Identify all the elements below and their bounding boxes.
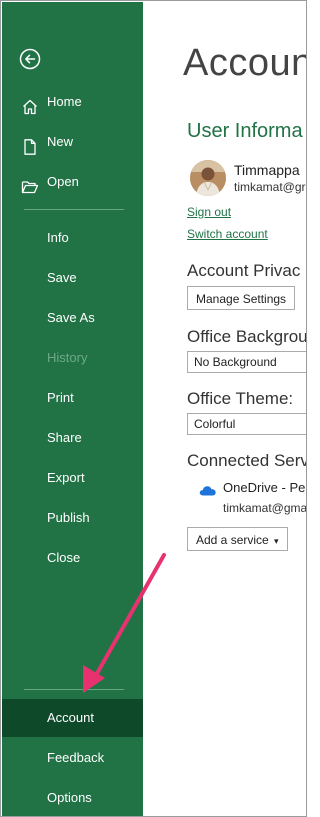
nav-item-home[interactable]: Home [2,83,143,121]
nav-item-account[interactable]: Account [2,699,143,737]
user-photo-icon [190,160,226,196]
nav-label-export: Export [47,470,85,485]
nav-label-publish: Publish [47,510,90,525]
nav-label-options: Options [47,790,92,805]
nav-label-share: Share [47,430,82,445]
switch-account-link[interactable]: Switch account [187,227,268,241]
account-privacy-heading: Account Privac [187,261,301,280]
nav-label-open: Open [47,174,79,189]
nav-item-save-as[interactable]: Save As [2,299,143,337]
add-a-service-label: Add a service [196,533,269,547]
nav-label-feedback: Feedback [47,750,105,765]
avatar [190,160,226,196]
nav-label-history: History [47,350,88,365]
dropdown-caret-icon: ▾ [274,536,279,546]
nav-label-close: Close [47,550,81,565]
office-background-heading: Office Backgrou [187,327,306,346]
sidebar-divider [24,209,124,210]
nav-item-share[interactable]: Share [2,419,143,457]
open-folder-icon [21,173,39,194]
user-email: timkamat@gr [234,180,306,194]
nav-item-print[interactable]: Print [2,379,143,417]
nav-item-feedback[interactable]: Feedback [2,739,143,777]
user-name: Timmappa [234,162,300,178]
nav-label-account: Account [47,710,94,725]
home-icon [21,93,39,115]
nav-item-new[interactable]: New [2,123,143,161]
nav-label-new: New [47,134,74,149]
backstage-sidebar: Home New Open Info Save Save As History … [2,2,143,816]
nav-label-info: Info [47,230,69,245]
page-title: Account [183,42,306,84]
nav-item-save[interactable]: Save [2,259,143,297]
nav-item-history: History [2,339,143,377]
user-information-heading: User Informa [187,120,303,142]
manage-settings-button[interactable]: Manage Settings [187,286,296,310]
nav-item-publish[interactable]: Publish [2,499,143,537]
nav-label-save: Save [47,270,77,285]
nav-item-export[interactable]: Export [2,459,143,497]
add-a-service-button[interactable]: Add a service ▾ [187,527,288,551]
sidebar-divider-bottom [24,689,124,690]
service-email: timkamat@gma [223,501,306,515]
office-theme-heading: Office Theme: [187,389,294,408]
account-page: Account User Informa Timmappa timkamat@g… [143,2,306,816]
office-theme-select[interactable]: Colorful [187,413,306,435]
office-background-select[interactable]: No Background [187,351,306,373]
nav-label-home: Home [47,94,82,109]
nav-label-save-as: Save As [47,310,95,325]
service-name: OneDrive - Pe [223,480,306,495]
nav-item-info[interactable]: Info [2,219,143,257]
back-button[interactable] [19,48,41,70]
nav-label-print: Print [47,390,74,405]
sign-out-link[interactable]: Sign out [187,205,231,219]
connected-services-heading: Connected Serv [187,451,306,470]
onedrive-cloud-icon [199,483,217,496]
connected-service-onedrive: OneDrive - Pe timkamat@gma [199,480,306,520]
excel-backstage-window: Home New Open Info Save Save As History … [0,0,307,817]
nav-item-options[interactable]: Options [2,779,143,816]
nav-item-open[interactable]: Open [2,163,143,201]
nav-item-close[interactable]: Close [2,539,143,577]
back-arrow-icon [19,48,41,70]
new-document-icon [21,133,39,155]
